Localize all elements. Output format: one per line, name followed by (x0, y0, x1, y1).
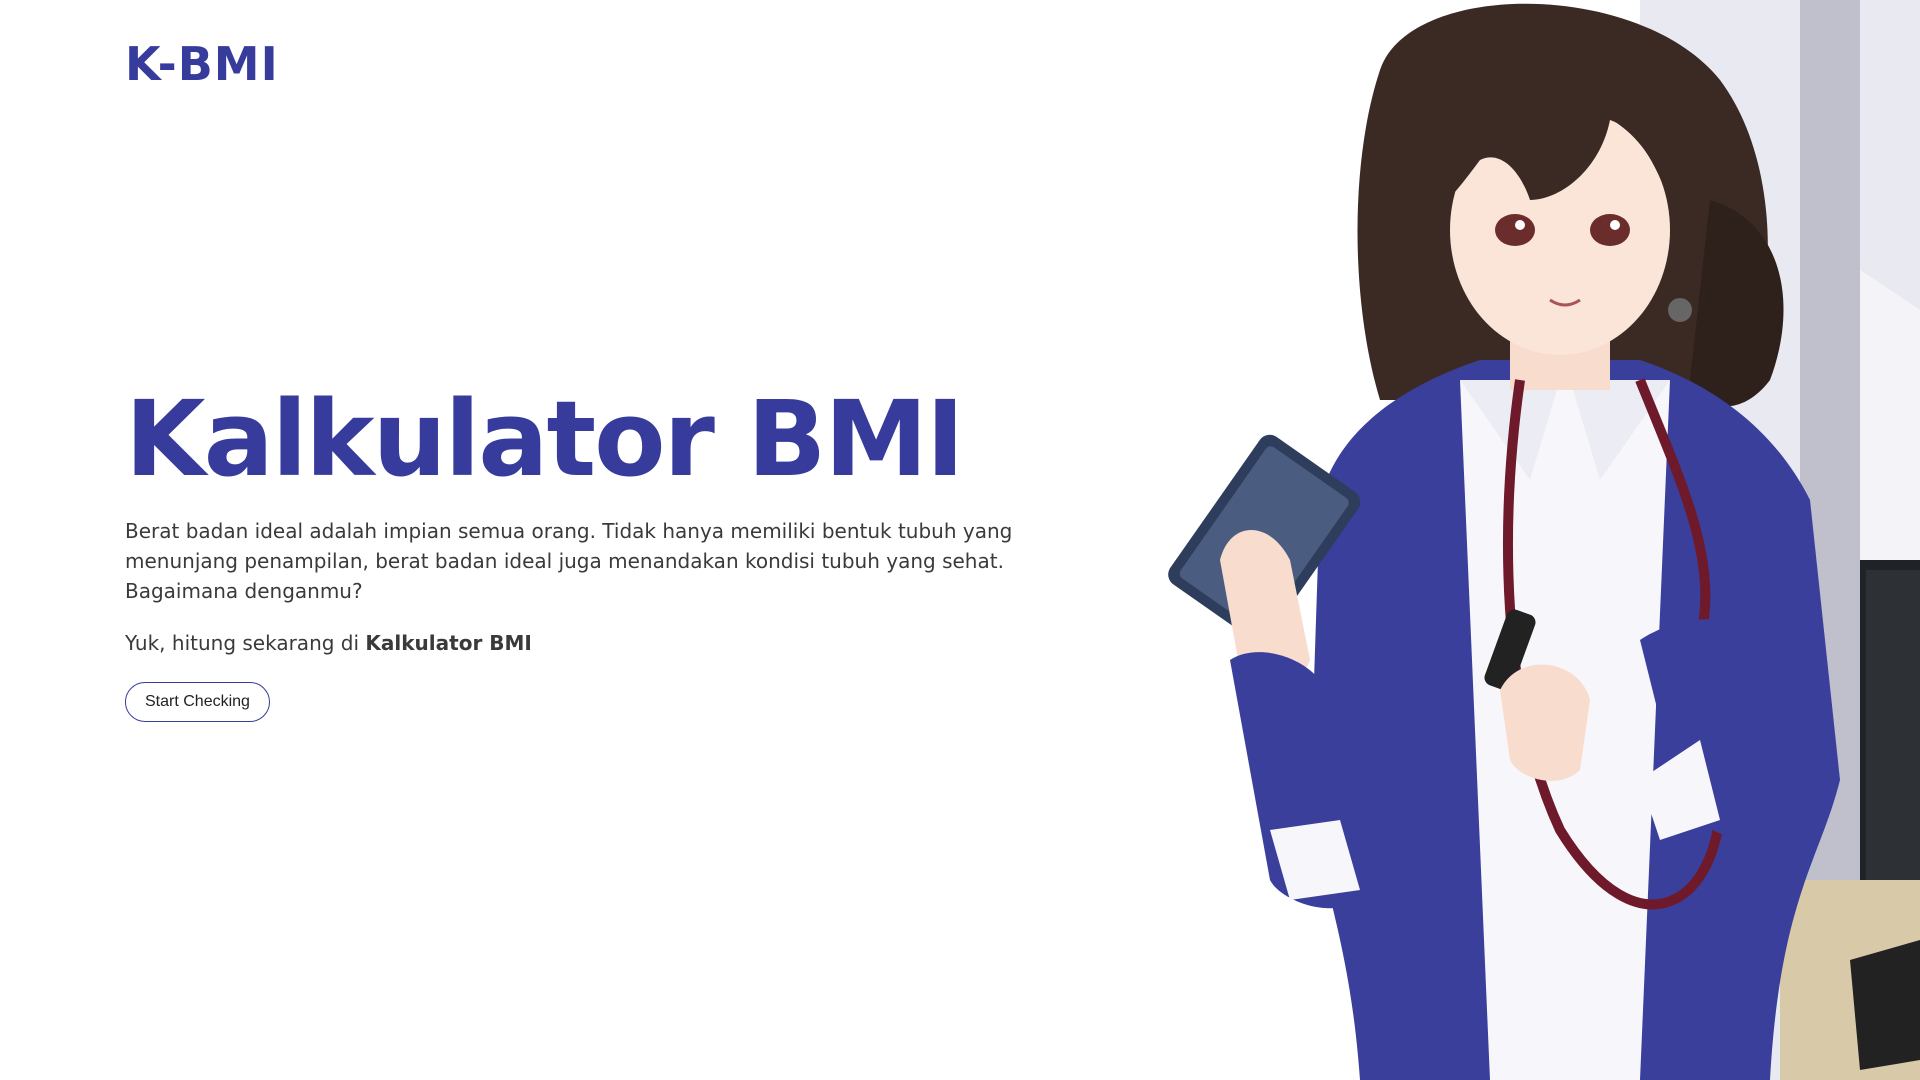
logo[interactable]: K-BMI (125, 36, 279, 92)
landing-page: K-BMI Kalkulator BMI Berat badan ideal a… (0, 0, 1920, 1080)
doctor-illustration (1080, 0, 1920, 1080)
page-title: Kalkulator BMI (125, 378, 965, 500)
hero-section: Kalkulator BMI Berat badan ideal adalah … (125, 380, 1045, 722)
cta-prefix: Yuk, hitung sekarang di (125, 631, 366, 655)
hero-description: Berat badan ideal adalah impian semua or… (125, 519, 1013, 603)
hero-cta-text: Yuk, hitung sekarang di Kalkulator BMI (125, 628, 1045, 658)
start-checking-button[interactable]: Start Checking (125, 682, 270, 722)
cta-bold: Kalkulator BMI (365, 631, 532, 655)
